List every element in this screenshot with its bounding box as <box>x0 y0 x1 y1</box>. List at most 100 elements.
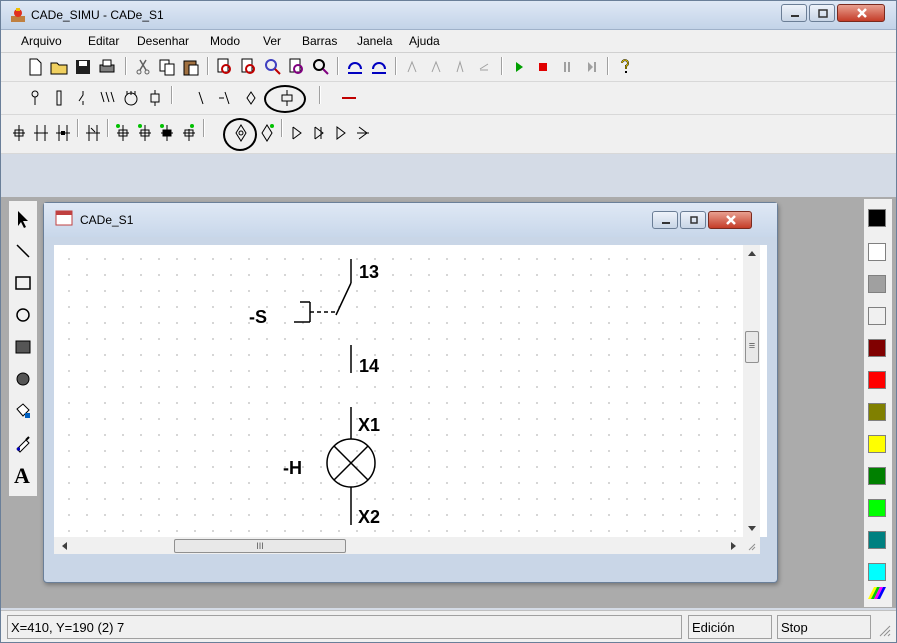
menu-editar[interactable]: Editar <box>88 34 119 48</box>
horizontal-scrollbar[interactable]: III <box>54 537 760 554</box>
zoom-in-icon[interactable] <box>215 57 235 77</box>
fill-bucket-icon[interactable] <box>13 401 33 421</box>
sensor-4-icon[interactable] <box>353 123 373 143</box>
menu-modo[interactable]: Modo <box>210 34 240 48</box>
zoom-previous-icon[interactable] <box>311 57 331 77</box>
menu-barras[interactable]: Barras <box>302 34 337 48</box>
vertical-scroll-thumb[interactable]: ≡ <box>745 331 759 363</box>
new-file-icon[interactable] <box>25 57 45 77</box>
highlight-circle <box>264 85 306 113</box>
color-swatch-lime[interactable] <box>868 499 886 517</box>
diamond-icon[interactable] <box>241 88 261 108</box>
menu-janela[interactable]: Janela <box>357 34 392 48</box>
rectangle-icon[interactable] <box>13 273 33 293</box>
color-swatch-gray[interactable] <box>868 275 886 293</box>
doc-minimize-button[interactable] <box>652 211 678 229</box>
maximize-button[interactable] <box>809 4 835 22</box>
pushbutton-switch[interactable] <box>294 259 352 373</box>
lamp-top-terminal: X1 <box>358 415 381 435</box>
coil-icon[interactable] <box>145 88 165 108</box>
undo-icon[interactable] <box>345 57 365 77</box>
minimize-button[interactable] <box>781 4 807 22</box>
scroll-up-icon[interactable] <box>747 249 757 257</box>
close-button[interactable] <box>837 4 885 22</box>
menu-ajuda[interactable]: Ajuda <box>409 34 440 48</box>
menu-arquivo[interactable]: Arquivo <box>21 34 62 48</box>
switch-icon[interactable] <box>191 88 211 108</box>
led-green-2-icon[interactable] <box>135 123 155 143</box>
vertical-scrollbar[interactable]: ≡ <box>743 245 760 537</box>
zoom-all-icon[interactable] <box>287 57 307 77</box>
align-left-icon <box>407 60 417 73</box>
save-icon[interactable] <box>73 57 93 77</box>
filled-ellipse-icon[interactable] <box>13 369 33 389</box>
print-icon[interactable] <box>97 57 117 77</box>
signal-lamp-green-icon[interactable] <box>257 123 277 143</box>
title-bar[interactable]: CADe_SIMU - CADe_S1 <box>1 1 896 30</box>
color-swatch-green[interactable] <box>868 467 886 485</box>
redo-icon[interactable] <box>369 57 389 77</box>
cut-icon[interactable] <box>133 57 153 77</box>
toolbar-separator <box>77 119 79 137</box>
doc-maximize-button[interactable] <box>680 211 706 229</box>
text-tool-icon[interactable]: A <box>14 463 30 489</box>
menu-ver[interactable]: Ver <box>263 34 281 48</box>
sensor-3-icon[interactable] <box>331 123 351 143</box>
led-green-icon[interactable] <box>113 123 133 143</box>
zoom-out-icon[interactable] <box>239 57 259 77</box>
led-black-icon[interactable] <box>157 123 177 143</box>
resize-grip-icon[interactable] <box>746 541 756 551</box>
contact-icon[interactable] <box>73 88 93 108</box>
color-swatch-maroon[interactable] <box>868 339 886 357</box>
copy-icon[interactable] <box>157 57 177 77</box>
triple-contact-icon[interactable] <box>97 88 117 108</box>
menu-desenhar[interactable]: Desenhar <box>137 34 189 48</box>
document-title-bar[interactable]: CADe_S1 <box>44 203 777 237</box>
help-icon[interactable] <box>615 57 635 77</box>
custom-color-icon[interactable] <box>868 587 886 599</box>
play-icon[interactable] <box>509 57 529 77</box>
scroll-left-icon[interactable] <box>60 541 68 551</box>
doc-close-button[interactable] <box>708 211 752 229</box>
color-swatch-white[interactable] <box>868 243 886 261</box>
ellipse-icon[interactable] <box>13 305 33 325</box>
main-toolbar <box>1 53 896 82</box>
color-swatch-lightgray[interactable] <box>868 307 886 325</box>
sensor-2-icon[interactable] <box>309 123 329 143</box>
restore-icon <box>690 216 698 224</box>
led-open-icon[interactable] <box>179 123 199 143</box>
document-title: CADe_S1 <box>80 213 134 227</box>
line-icon[interactable] <box>13 241 33 261</box>
filled-rectangle-icon[interactable] <box>13 337 33 357</box>
color-swatch-black[interactable] <box>868 209 886 227</box>
pushbutton-icon[interactable] <box>215 88 235 108</box>
relay-icon[interactable] <box>83 123 103 143</box>
terminal-icon[interactable] <box>25 88 45 108</box>
color-swatch-cyan[interactable] <box>868 563 886 581</box>
lamp-component-icon[interactable] <box>9 123 29 143</box>
double-lamp-icon[interactable] <box>31 123 51 143</box>
color-swatch-yellow[interactable] <box>868 435 886 453</box>
color-swatch-olive[interactable] <box>868 403 886 421</box>
stop-icon[interactable] <box>533 57 553 77</box>
fuse-icon[interactable] <box>49 88 69 108</box>
window-resize-grip-icon[interactable] <box>877 623 891 637</box>
open-folder-icon[interactable] <box>49 57 69 77</box>
paste-icon[interactable] <box>181 57 201 77</box>
pointer-icon[interactable] <box>13 209 33 229</box>
drawing-canvas[interactable]: 13 -S 14 X1 -H X2 <box>54 245 767 537</box>
zoom-window-icon[interactable] <box>263 57 283 77</box>
scroll-right-icon[interactable] <box>730 541 738 551</box>
wire-icon[interactable] <box>339 88 359 108</box>
color-swatch-teal[interactable] <box>868 531 886 549</box>
sensor-icon[interactable] <box>287 123 307 143</box>
color-swatch-red[interactable] <box>868 371 886 389</box>
motor-icon[interactable] <box>121 88 141 108</box>
lamp-variant-icon[interactable] <box>53 123 73 143</box>
scroll-down-icon[interactable] <box>747 525 757 533</box>
horizontal-scroll-thumb[interactable]: III <box>174 539 346 553</box>
color-picker-icon[interactable] <box>13 433 33 453</box>
switch-bottom-terminal: 14 <box>359 356 380 376</box>
highlight-circle <box>223 118 257 151</box>
align-icon <box>479 63 489 71</box>
